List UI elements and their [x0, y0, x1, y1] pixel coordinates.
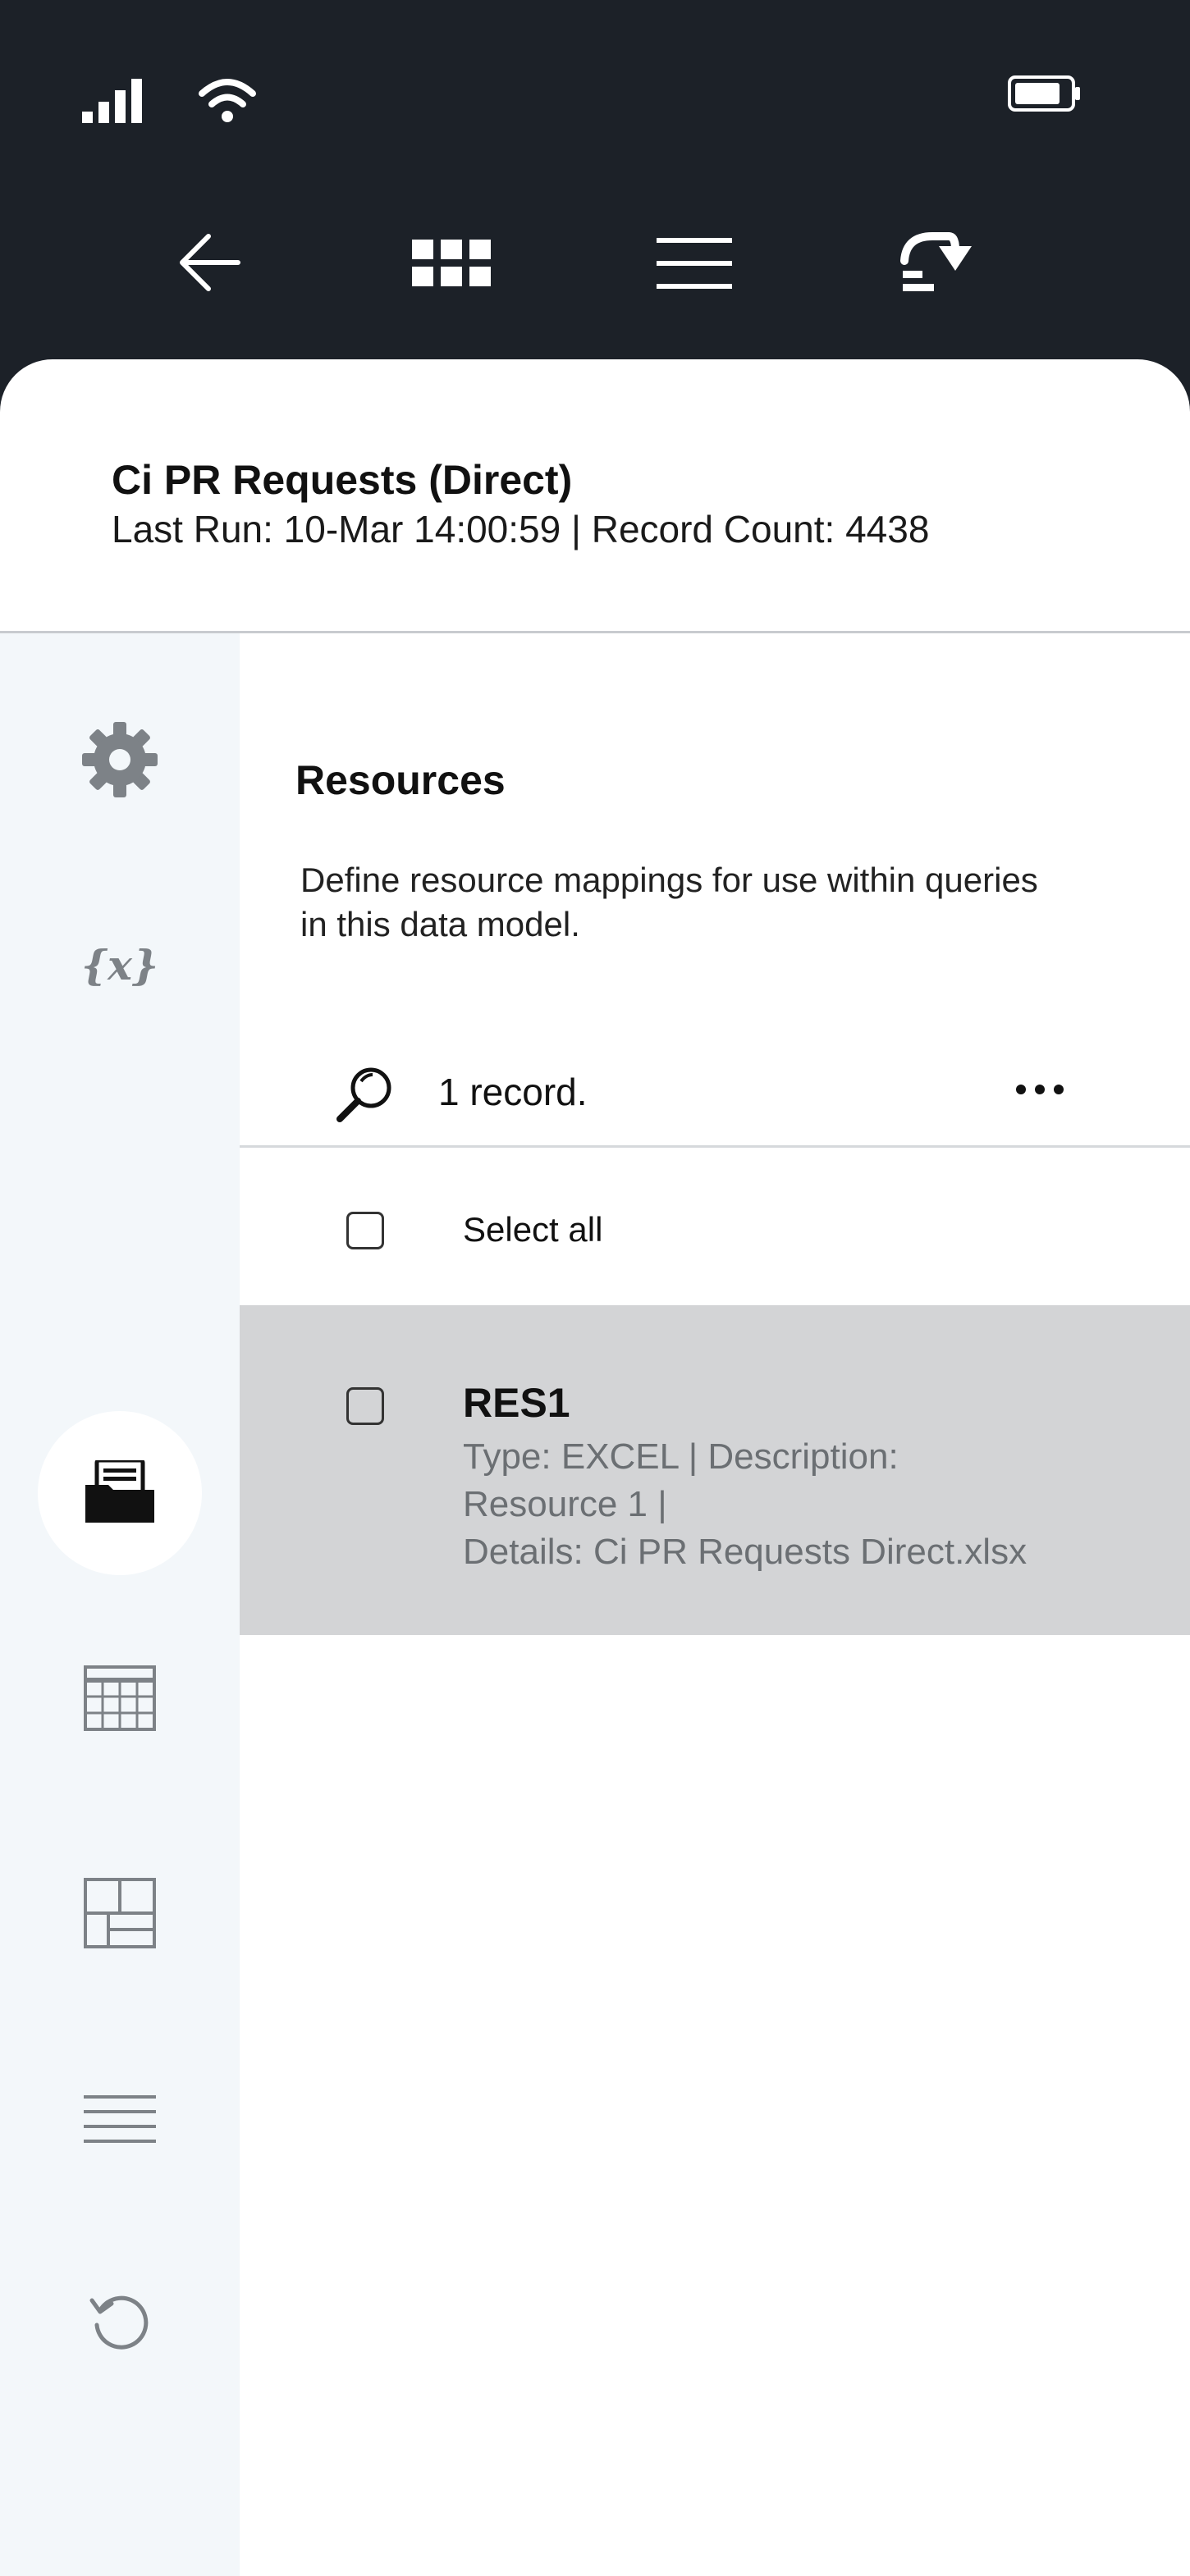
- layout-icon: [84, 1877, 156, 1953]
- record-name: RES1: [463, 1380, 570, 1426]
- select-all-label: Select all: [463, 1210, 603, 1249]
- gear-icon: [80, 720, 159, 803]
- grid-icon[interactable]: [412, 240, 491, 291]
- page-subtitle: Last Run: 10-Mar 14:00:59 | Record Count…: [112, 508, 930, 550]
- search-bar: 1 record.: [240, 1035, 1190, 1145]
- rail-item-settings[interactable]: [0, 679, 240, 843]
- rail-item-resources[interactable]: [38, 1411, 202, 1575]
- battery-icon: [1008, 75, 1082, 116]
- table-icon: [84, 1665, 156, 1735]
- folder-icon: [84, 1458, 156, 1527]
- rail-item-layout[interactable]: [0, 1833, 240, 1997]
- section-title: Resources: [295, 757, 506, 803]
- table-row[interactable]: RES1 Type: EXCEL | Description: Resource…: [240, 1305, 1190, 1635]
- page-header: Ci PR Requests (Direct) Last Run: 10-Mar…: [0, 359, 1190, 633]
- record-type-line: Type: EXCEL | Description:: [463, 1436, 899, 1477]
- main-panel: Resources Define resource mappings for u…: [240, 633, 1190, 2576]
- rail-item-variables[interactable]: {x}: [0, 883, 240, 1047]
- wifi-icon: [199, 75, 256, 129]
- select-all-row[interactable]: Select all: [240, 1148, 1190, 1305]
- rail-item-history[interactable]: [0, 2240, 240, 2404]
- signal-icon: [82, 79, 143, 127]
- more-dots-icon: [1015, 1084, 1064, 1099]
- run-download-icon[interactable]: [899, 228, 973, 301]
- record-description-line: Resource 1 |: [463, 1484, 667, 1524]
- status-bar: [0, 0, 1190, 197]
- more-options-button[interactable]: [1003, 1060, 1077, 1122]
- record-details-line: Details: Ci PR Requests Direct.xlsx: [463, 1532, 1028, 1572]
- select-all-checkbox[interactable]: [346, 1212, 384, 1249]
- menu-icon[interactable]: [657, 238, 732, 293]
- record-checkbox[interactable]: [346, 1387, 384, 1425]
- section-description: Define resource mappings for use within …: [300, 861, 1038, 943]
- rail-item-lines[interactable]: [0, 2039, 240, 2204]
- lines-icon: [84, 2094, 156, 2149]
- record-count: 1 record.: [438, 1071, 588, 1113]
- history-icon: [89, 2289, 151, 2355]
- search-icon[interactable]: [335, 1065, 394, 1128]
- back-arrow-icon[interactable]: [177, 230, 243, 299]
- variables-icon: {x}: [80, 940, 159, 989]
- content-card: Ci PR Requests (Direct) Last Run: 10-Mar…: [0, 359, 1190, 2576]
- toolbar: [0, 197, 1190, 361]
- page-title: Ci PR Requests (Direct): [112, 457, 573, 503]
- nav-rail: {x}: [0, 633, 240, 2576]
- rail-item-table[interactable]: [0, 1618, 240, 1782]
